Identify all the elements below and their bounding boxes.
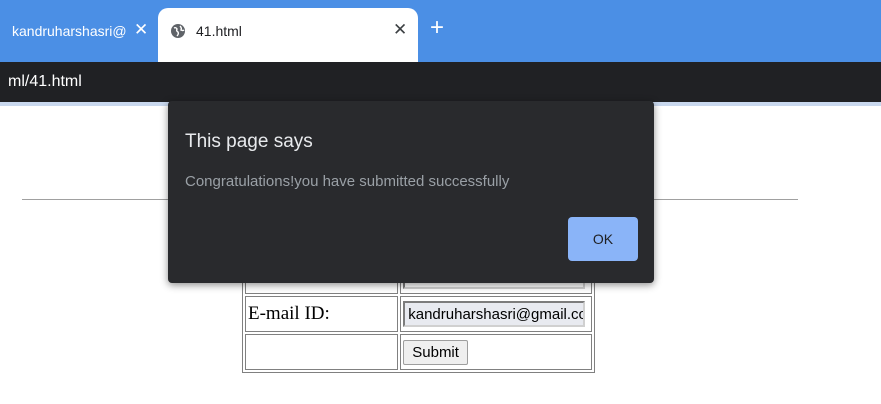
address-bar[interactable]: ml/41.html <box>0 62 881 102</box>
globe-icon <box>171 24 185 38</box>
tab-active[interactable]: 41.html ✕ <box>158 8 418 62</box>
email-label: E-mail ID: <box>245 296 399 332</box>
tab-inactive[interactable]: kandruharshasri@g ✕ <box>0 12 158 50</box>
url-text[interactable]: ml/41.html <box>8 73 82 91</box>
new-tab-button[interactable]: + <box>430 16 444 40</box>
close-icon[interactable]: ✕ <box>134 20 148 40</box>
table-row: Submit <box>245 334 593 370</box>
alert-dialog: This page says Congratulations!you have … <box>168 101 654 283</box>
email-input[interactable]: kandruharshasri@gmail.com <box>403 301 586 327</box>
tab-title: kandruharshasri@g <box>12 23 127 39</box>
close-icon[interactable]: ✕ <box>393 20 407 40</box>
table-row: E-mail ID: kandruharshasri@gmail.com <box>245 296 593 332</box>
ok-button[interactable]: OK <box>568 217 638 261</box>
submit-button[interactable]: Submit <box>403 339 468 365</box>
empty-cell <box>245 334 399 370</box>
tab-strip: kandruharshasri@g ✕ 41.html ✕ + <box>0 0 881 62</box>
dialog-title: This page says <box>185 131 313 152</box>
tab-title: 41.html <box>196 23 242 39</box>
dialog-message: Congratulations!you have submitted succe… <box>185 173 510 190</box>
